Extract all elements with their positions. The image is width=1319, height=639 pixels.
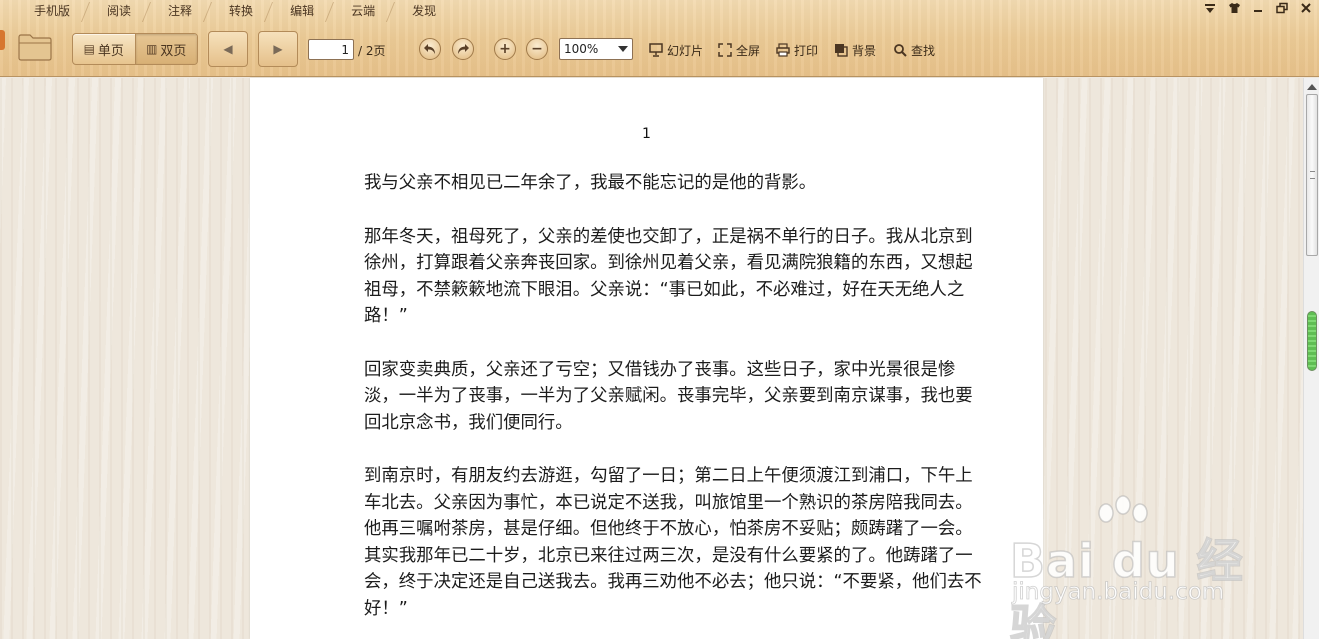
redo-button[interactable] [452,38,474,60]
zoom-in-button[interactable]: + [494,38,516,60]
paragraph: 那年冬天，祖母死了，父亲的差使也交卸了，正是祸不单行的日子。我从北京到徐州，打算… [364,226,973,327]
undo-icon [424,44,435,54]
document-page: 1 我与父亲不相见已二年余了，我最不能忘记的是他的背影。 那年冬天，祖母死了，父… [250,78,1043,639]
page-total-label: / 2页 [358,44,386,58]
single-page-label: 单页 [97,43,124,59]
triangle-right-icon: ▶ [273,42,283,56]
shirt-icon[interactable] [1227,2,1241,16]
next-page-button[interactable]: ▶ [258,31,298,67]
paragraph: 到南京时，有朋友约去游逛，勾留了一日；第二日上午便须渡江到浦口，下午上车北去。父… [364,466,982,619]
paragraph: 回家变卖典质，父亲还了亏空；又借钱办了丧事。这些日子，家中光景很是惨淡，一半为了… [364,359,973,433]
menu-bar: 手机版 阅读 注释 转换 编辑 云端 发现 [0,0,1319,22]
grip-icon [1310,171,1315,179]
projector-icon [649,43,663,57]
print-button[interactable]: 打印 [776,41,818,59]
open-folder-icon[interactable] [18,33,52,61]
background-button[interactable]: 背景 [834,41,876,59]
printer-icon [776,43,790,57]
page-number: 1 [642,126,651,142]
zoom-out-button[interactable]: − [526,38,548,60]
close-icon[interactable] [1299,2,1313,16]
app-chrome: 手机版 阅读 注释 转换 编辑 云端 发现 ▤ 单页 ▥ 双页 ◀ ▶ 1 / … [0,0,1319,77]
menu-icon[interactable] [1203,2,1217,16]
undo-button[interactable] [419,38,441,60]
single-page-icon: ▤ [83,42,95,56]
menu-read[interactable]: 阅读 [89,0,150,22]
double-page-icon: ▥ [146,42,158,56]
fullscreen-button[interactable]: 全屏 [718,41,760,59]
menu-convert[interactable]: 转换 [211,0,272,22]
background-label: 背景 [852,43,877,58]
plus-icon: + [499,41,511,57]
page-progress-slider[interactable] [1307,311,1317,371]
menu-mobile[interactable]: 手机版 [0,0,89,22]
fullscreen-label: 全屏 [736,43,761,58]
print-label: 打印 [794,43,819,58]
chevron-down-icon [618,46,628,52]
toolbar: ▤ 单页 ▥ 双页 ◀ ▶ / 2页 + − 100% [0,28,1319,72]
menu-edit[interactable]: 编辑 [272,0,333,22]
menu-cloud[interactable]: 云端 [333,0,394,22]
expand-icon [718,43,732,57]
search-label: 查找 [911,43,936,58]
paragraph: 我与父亲不相见已二年余了，我最不能忘记的是他的背影。 [364,173,817,193]
double-page-label: 双页 [160,43,187,59]
single-page-button[interactable]: ▤ 单页 [73,34,135,64]
scroll-up-arrow-icon[interactable] [1307,84,1317,90]
triangle-left-icon: ◀ [223,42,233,56]
view-mode-toggle: ▤ 单页 ▥ 双页 [72,33,198,65]
current-page-input[interactable] [308,39,354,60]
menu-annotate[interactable]: 注释 [150,0,211,22]
double-page-button[interactable]: ▥ 双页 [134,34,197,64]
redo-icon [458,44,469,54]
vertical-scrollbar[interactable] [1303,78,1319,639]
restore-icon[interactable] [1275,2,1289,16]
minus-icon: − [531,41,543,57]
zoom-level-select[interactable]: 100% [559,38,633,60]
slideshow-label: 幻灯片 [667,43,704,58]
search-button[interactable]: 查找 [893,41,935,59]
menu-discover[interactable]: 发现 [394,0,455,22]
previous-page-button[interactable]: ◀ [208,31,248,67]
minimize-icon[interactable] [1251,2,1265,16]
window-controls [1203,2,1313,16]
zoom-level-value: 100% [564,42,599,56]
search-icon [893,43,907,57]
page-text: 我与父亲不相见已二年余了，我最不能忘记的是他的背影。 那年冬天，祖母死了，父亲的… [364,170,988,639]
background-icon [834,43,848,57]
slideshow-button[interactable]: 幻灯片 [649,41,703,59]
scrollbar-thumb[interactable] [1306,94,1318,256]
